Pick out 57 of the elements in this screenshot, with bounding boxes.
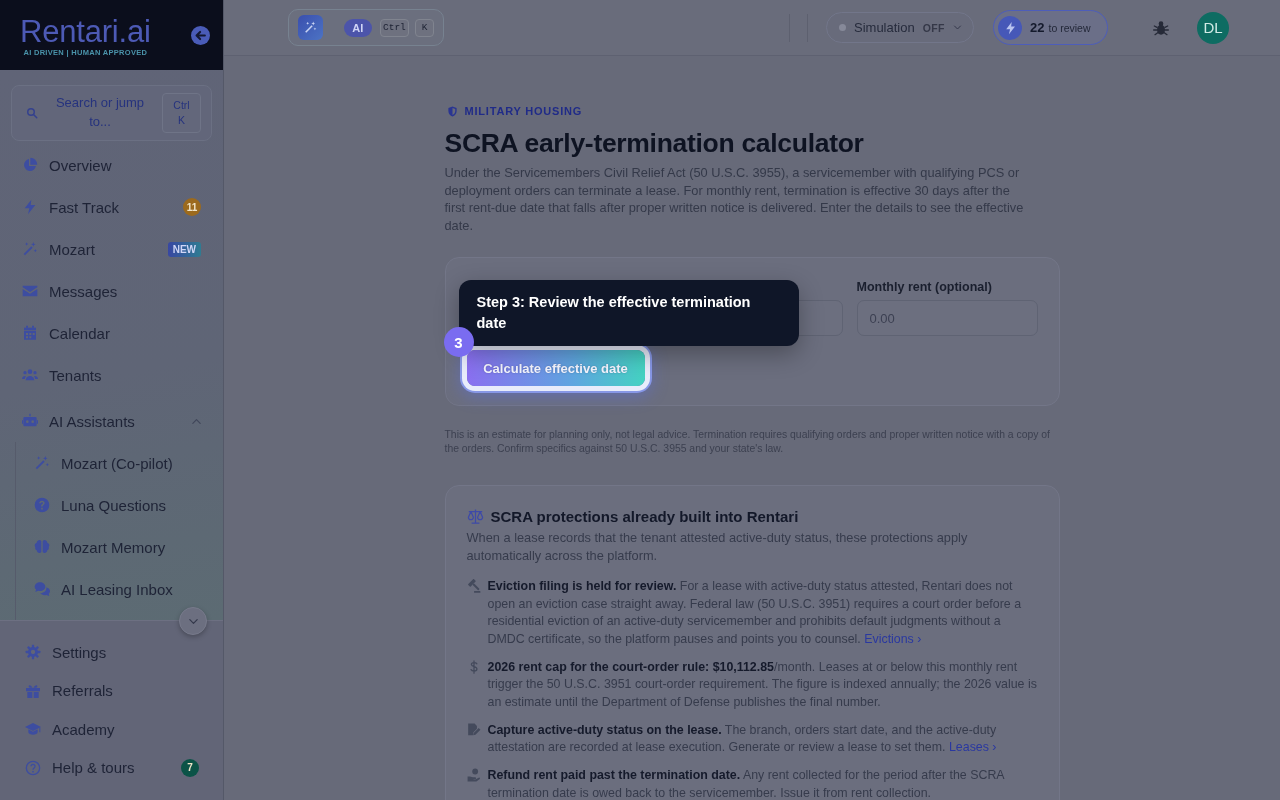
magic-wand-icon — [298, 15, 323, 40]
document-pen-icon — [466, 722, 481, 737]
gift-icon — [25, 682, 41, 699]
magic-wand-icon — [22, 241, 38, 257]
new-badge: NEW — [167, 241, 201, 257]
nav-item[interactable]: Messages — [0, 270, 223, 312]
nav-item[interactable]: Help & tours 7 — [0, 748, 223, 787]
graduation-cap-icon — [25, 721, 41, 738]
page-title: SCRA early-termination calculator — [444, 128, 865, 158]
chat-bubbles-icon — [34, 581, 50, 597]
nav-item[interactable]: Referrals — [0, 671, 223, 710]
people-icon — [22, 367, 38, 383]
bug-icon[interactable] — [1153, 19, 1169, 36]
nav-item[interactable]: Calendar — [0, 312, 223, 354]
nav-item[interactable]: Luna Questions — [16, 484, 223, 526]
hand-coin-icon — [466, 768, 481, 782]
nav-item[interactable]: Tenants — [0, 354, 223, 396]
shield-icon — [446, 105, 458, 117]
settings-icon — [25, 644, 41, 661]
calendar-icon — [22, 325, 38, 341]
nav-item[interactable]: Overview — [0, 144, 223, 186]
keyboard-key: Ctrl — [379, 18, 410, 37]
help-circle-icon — [25, 759, 41, 776]
search-field[interactable]: Search or jump to... Ctrl K — [11, 85, 212, 141]
search-icon — [26, 107, 38, 119]
logo-text: Rentari.ai — [20, 15, 151, 48]
text-link[interactable]: Leases › — [948, 740, 997, 754]
pie-chart-icon — [22, 157, 38, 173]
brain-icon — [34, 539, 50, 555]
chevron-down-icon — [953, 23, 962, 32]
notification-badge: 7 — [181, 758, 199, 777]
scales-icon — [466, 507, 484, 525]
section-eyebrow: MILITARY HOUSING — [464, 105, 583, 117]
shortcut-key: Ctrl K — [162, 93, 201, 133]
nav-item[interactable]: AI Leasing Inbox — [16, 568, 223, 610]
robot-icon — [22, 413, 38, 429]
review-button[interactable]: 22 to review — [993, 10, 1108, 45]
text-link[interactable]: Evictions › — [864, 631, 922, 646]
lightning-icon — [22, 199, 38, 215]
notification-badge: 11 — [183, 198, 201, 216]
ai-label: AI — [344, 18, 372, 37]
field-label: Monthly rent (optional) — [856, 279, 993, 296]
nav-item[interactable]: Fast Track 11 — [0, 186, 223, 228]
user-avatar[interactable]: DL — [1197, 11, 1229, 44]
nav-item[interactable]: Mozart (Co-pilot) — [16, 442, 223, 484]
envelope-icon — [22, 283, 38, 299]
keyboard-key: K — [415, 18, 434, 37]
lightning-icon — [998, 15, 1022, 40]
nav-item[interactable]: Mozart NEW — [0, 228, 223, 270]
nav-group-header[interactable]: AI Assistants — [0, 400, 223, 442]
magic-wand-icon — [34, 455, 50, 471]
nav-item[interactable]: Settings — [0, 633, 223, 672]
ai-command-bar[interactable]: AI Ctrl K — [288, 9, 444, 46]
nav-item[interactable]: Academy — [0, 710, 223, 749]
nav-item[interactable]: Mozart Memory — [16, 526, 223, 568]
gavel-icon — [466, 579, 481, 593]
card-title: SCRA protections already built into Rentari — [490, 507, 799, 525]
